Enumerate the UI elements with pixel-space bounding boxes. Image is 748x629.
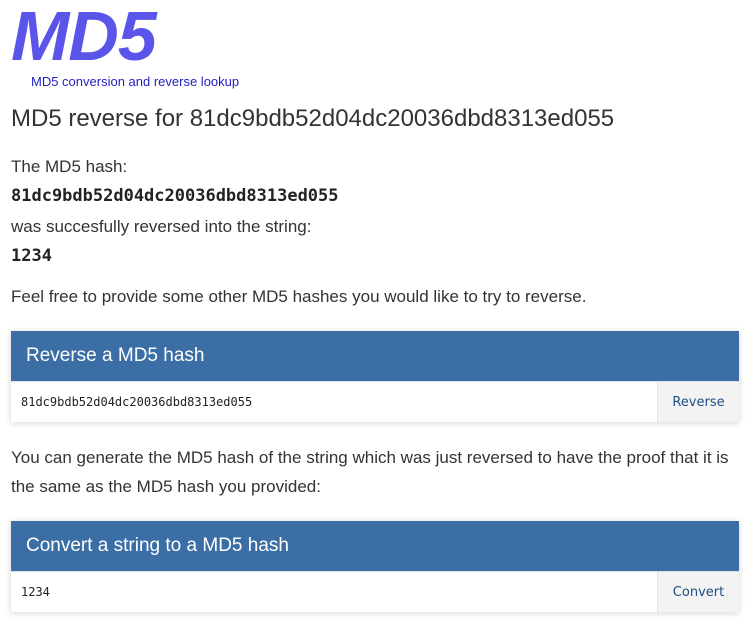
proof-text-line-1: You can generate the MD5 hash of the str…	[11, 448, 729, 467]
hash-value: 81dc9bdb52d04dc20036dbd8313ed055	[11, 186, 339, 206]
convert-button[interactable]: Convert	[658, 572, 739, 612]
site-logo[interactable]: MD5	[11, 0, 157, 76]
page: MD5 MD5 conversion and reverse lookup MD…	[0, 0, 748, 629]
reversed-value: 1234	[11, 246, 52, 266]
convert-string-input[interactable]	[11, 572, 658, 612]
convert-panel-title: Convert a string to a MD5 hash	[11, 521, 739, 571]
reverse-button[interactable]: Reverse	[658, 382, 739, 422]
reverse-panel-title: Reverse a MD5 hash	[11, 331, 739, 381]
convert-form: Convert	[11, 571, 739, 612]
site-tagline: MD5 conversion and reverse lookup	[31, 74, 240, 89]
hash-label: The MD5 hash:	[11, 157, 128, 176]
reversed-label: was succesfully reversed into the string…	[11, 217, 312, 236]
reverse-form: Reverse	[11, 381, 739, 422]
proof-text: You can generate the MD5 hash of the str…	[11, 443, 729, 501]
invite-text: Feel free to provide some other MD5 hash…	[11, 287, 587, 306]
reverse-panel: Reverse a MD5 hash Reverse	[11, 331, 739, 422]
page-title: MD5 reverse for 81dc9bdb52d04dc20036dbd8…	[11, 105, 615, 132]
reverse-hash-input[interactable]	[11, 382, 658, 422]
proof-text-line-2: the same as the MD5 hash you provided:	[11, 477, 321, 496]
convert-panel: Convert a string to a MD5 hash Convert	[11, 521, 739, 612]
